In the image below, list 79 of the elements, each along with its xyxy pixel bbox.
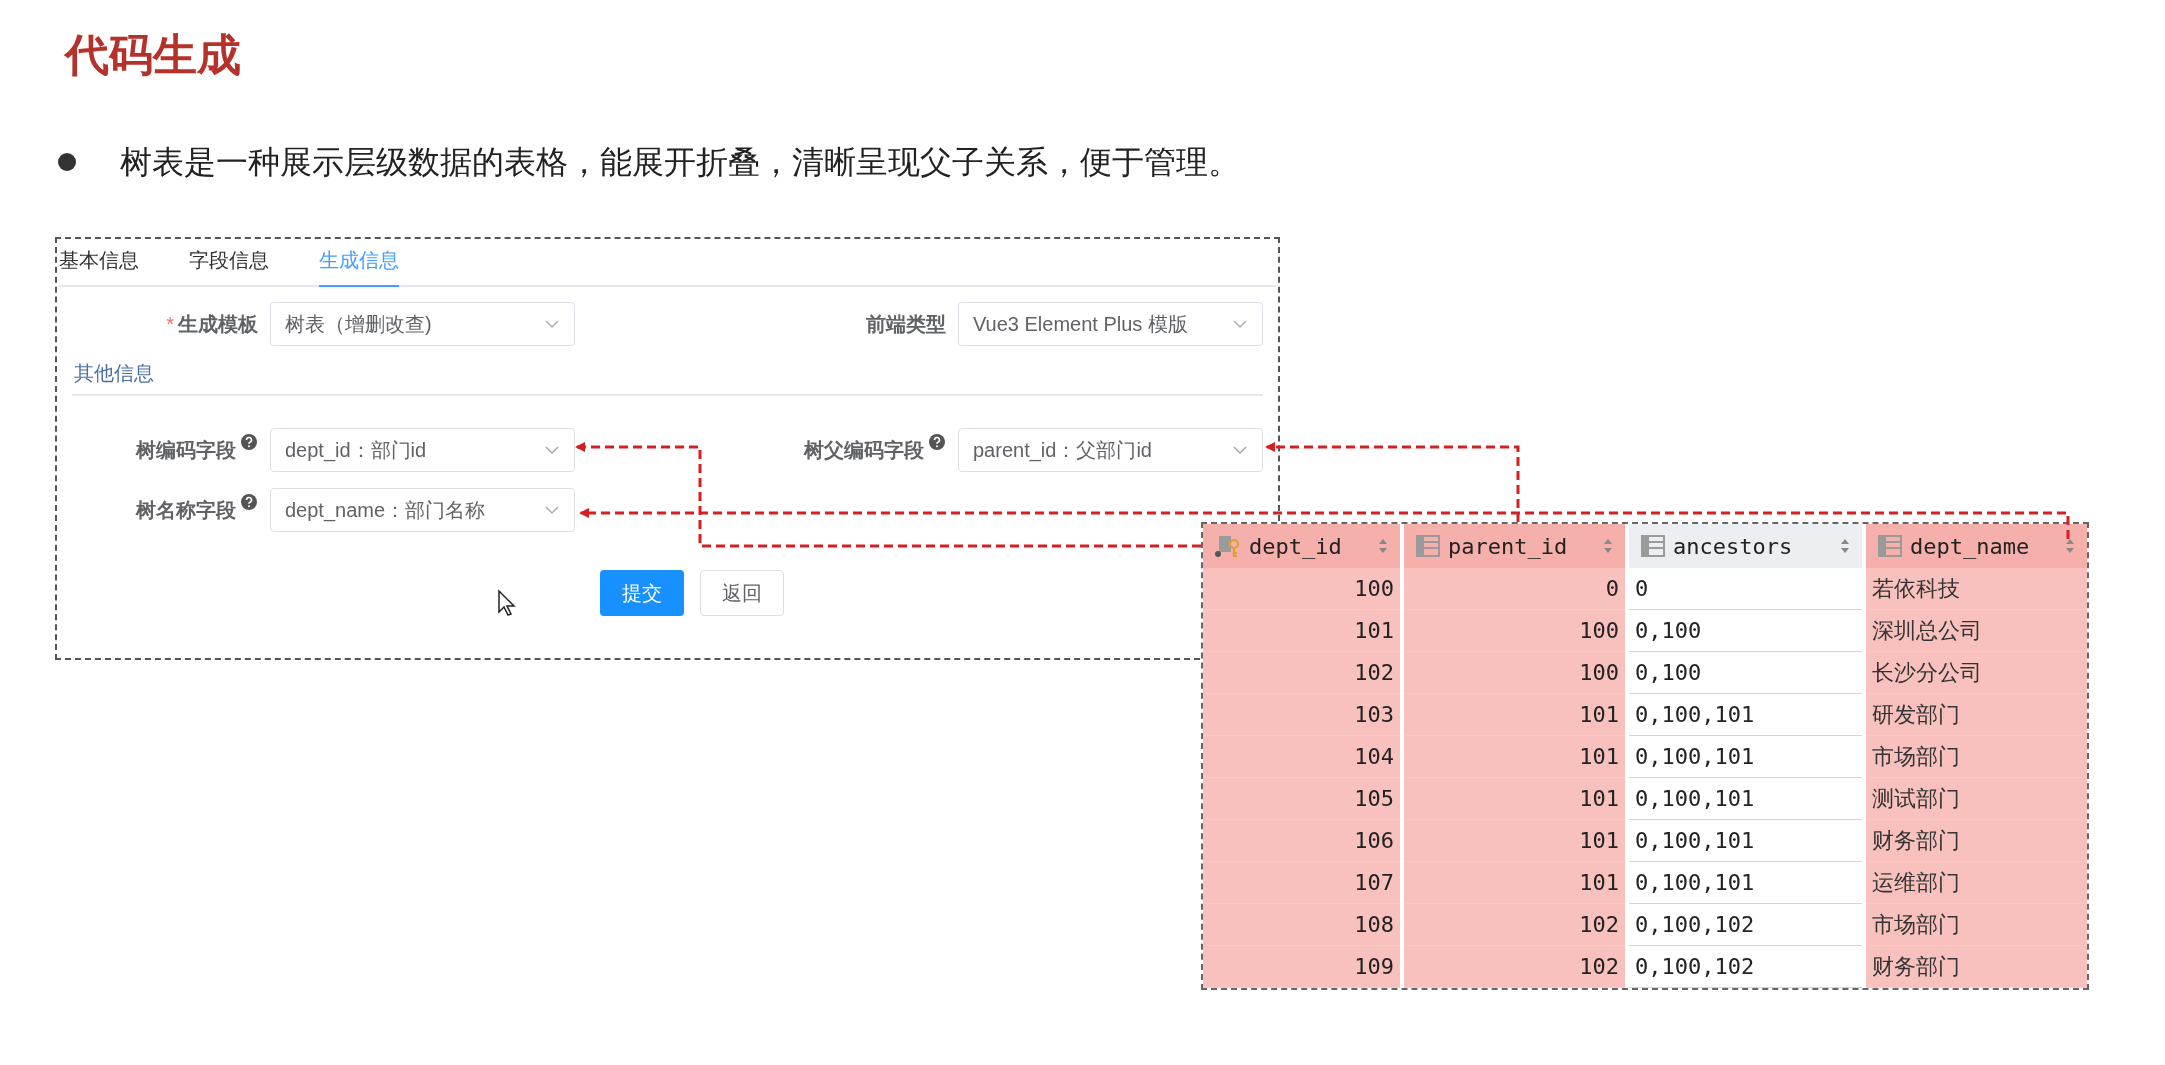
table-cell: 运维部门 (1866, 862, 2087, 904)
table-cell: 100 (1404, 610, 1625, 652)
back-button[interactable]: 返回 (700, 570, 784, 616)
table-cell: 市场部门 (1866, 736, 2087, 778)
field-label: 树父编码字段 (804, 438, 924, 463)
table-cell: 102 (1404, 904, 1625, 946)
field-label: 树名称字段 (136, 498, 236, 523)
chevron-down-icon (544, 505, 560, 515)
table-cell: 研发部门 (1866, 694, 2087, 736)
column-header[interactable]: parent_id (1404, 524, 1625, 568)
table-cell: 若依科技 (1866, 568, 2087, 610)
slide-title: 代码生成 (65, 29, 241, 81)
tab[interactable]: 字段信息 (189, 245, 269, 287)
table-cell: 0 (1404, 568, 1625, 610)
chevron-down-icon (544, 319, 560, 329)
field-label: 前端类型 (866, 312, 946, 337)
help-icon (240, 433, 258, 451)
field-label: 树编码字段 (136, 438, 236, 463)
help-icon (240, 493, 258, 511)
tab[interactable]: 基本信息 (59, 245, 139, 287)
select-field[interactable]: dept_id：部门id (270, 428, 575, 472)
table-cell: 101 (1404, 862, 1625, 904)
column-header[interactable]: dept_id (1203, 524, 1400, 568)
submit-button[interactable]: 提交 (600, 570, 684, 616)
section-title: 其他信息 (74, 362, 154, 384)
table-cell: 0,100,102 (1629, 946, 1862, 988)
table-cell: 0,100,101 (1629, 862, 1862, 904)
select-field[interactable]: 树表（增删改查) (270, 302, 575, 346)
table-cell: 财务部门 (1866, 820, 2087, 862)
chevron-down-icon (1232, 445, 1248, 455)
table-cell: 100 (1404, 652, 1625, 694)
bullet-text: 树表是一种展示层级数据的表格，能展开折叠，清晰呈现父子关系，便于管理。 (120, 143, 1240, 182)
table-cell: 101 (1404, 736, 1625, 778)
table-cell: 0 (1629, 568, 1862, 610)
table-cell: 105 (1203, 778, 1400, 820)
column-header[interactable]: dept_name (1866, 524, 2087, 568)
table-column-icon (1416, 535, 1440, 557)
sort-icon[interactable] (1378, 538, 1388, 554)
table-cell: 102 (1404, 946, 1625, 988)
table-cell: 长沙分公司 (1866, 652, 2087, 694)
table-cell: 109 (1203, 946, 1400, 988)
table-cell: 107 (1203, 862, 1400, 904)
table-cell: 深圳总公司 (1866, 610, 2087, 652)
mouse-cursor-icon (497, 589, 517, 617)
table-cell: 106 (1203, 820, 1400, 862)
chevron-down-icon (1232, 319, 1248, 329)
chevron-down-icon (544, 445, 560, 455)
table-cell: 0,100,101 (1629, 736, 1862, 778)
table-cell: 财务部门 (1866, 946, 2087, 988)
help-icon (928, 433, 946, 451)
key-column-icon (1215, 534, 1241, 558)
sort-icon[interactable] (1840, 538, 1850, 554)
table-cell: 0,100,101 (1629, 778, 1862, 820)
column-header[interactable]: ancestors (1629, 524, 1862, 568)
table-column-icon (1878, 535, 1902, 557)
table-cell: 101 (1404, 694, 1625, 736)
table-cell: 0,100 (1629, 610, 1862, 652)
sort-icon[interactable] (2065, 538, 2075, 554)
table-cell: 108 (1203, 904, 1400, 946)
table-cell: 103 (1203, 694, 1400, 736)
table-cell: 101 (1203, 610, 1400, 652)
table-cell: 100 (1203, 568, 1400, 610)
select-field[interactable]: dept_name：部门名称 (270, 488, 575, 532)
select-field[interactable]: parent_id：父部门id (958, 428, 1263, 472)
table-cell: 104 (1203, 736, 1400, 778)
table-cell: 0,100,101 (1629, 820, 1862, 862)
table-column-icon (1641, 535, 1665, 557)
table-cell: 市场部门 (1866, 904, 2087, 946)
table-cell: 测试部门 (1866, 778, 2087, 820)
required-mark: * (166, 312, 174, 337)
field-label: 生成模板 (178, 312, 258, 337)
table-cell: 101 (1404, 778, 1625, 820)
table-cell: 101 (1404, 820, 1625, 862)
table-cell: 0,100,102 (1629, 904, 1862, 946)
table-cell: 0,100,101 (1629, 694, 1862, 736)
select-field[interactable]: Vue3 Element Plus 模版 (958, 302, 1263, 346)
sort-icon[interactable] (1603, 538, 1613, 554)
table-cell: 102 (1203, 652, 1400, 694)
table-cell: 0,100 (1629, 652, 1862, 694)
